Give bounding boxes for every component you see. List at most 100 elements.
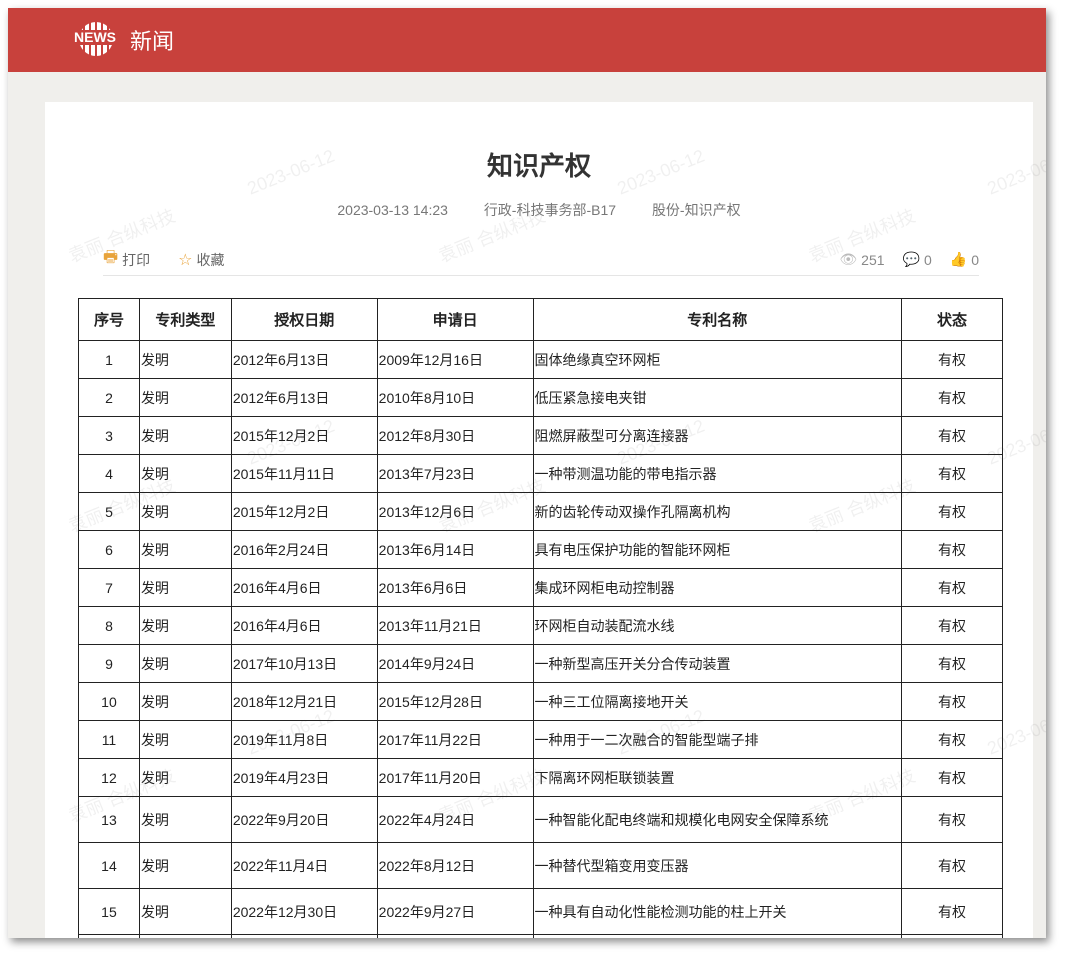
column-header: 专利名称 (532, 298, 903, 341)
table-cell: 下隔离环网柜联锁装置 (532, 758, 903, 797)
table-cell: 2014年9月24日 (376, 644, 534, 683)
table-cell (138, 934, 232, 938)
table-cell: 有权 (901, 530, 1003, 569)
table-cell: 2017年10月13日 (230, 644, 378, 683)
table-cell: 有权 (901, 378, 1003, 417)
table-cell: 具有电压保护功能的智能环网柜 (532, 530, 903, 569)
table-row: 8 发明 2016年4月6日 2013年11月21日 环网柜自动装配流水线 有权 (78, 606, 1003, 645)
table-cell: 2015年12月28日 (376, 682, 534, 721)
table-cell: 一种新型高压开关分合传动装置 (532, 644, 903, 683)
table-cell: 有权 (901, 568, 1003, 607)
table-cell: 2009年12月16日 (376, 340, 534, 379)
table-cell: 2016年4月6日 (230, 606, 378, 645)
table-cell: 2013年7月23日 (376, 454, 534, 493)
table-row: 9 发明 2017年10月13日 2014年9月24日 一种新型高压开关分合传动装置 有权 (78, 644, 1003, 683)
app-header: NEWS 新闻 (8, 8, 1046, 72)
table-cell: 一种带测温功能的带电指示器 (532, 454, 903, 493)
star-icon: ☆ (178, 251, 193, 269)
favorite-label: 收藏 (196, 251, 225, 268)
table-cell: 有权 (901, 454, 1003, 493)
table-cell: 有权 (901, 796, 1003, 843)
table-cell: 2012年8月30日 (376, 416, 534, 455)
table-cell: 2015年12月2日 (230, 416, 378, 455)
table-cell: 11 (78, 720, 140, 759)
table-cell: 2016年2月24日 (230, 530, 378, 569)
print-button[interactable]: 🖶 打印 (103, 246, 150, 273)
comments-count: 0 (923, 251, 932, 268)
news-logo[interactable]: NEWS (70, 20, 120, 60)
table-cell: 2013年11月21日 (376, 606, 534, 645)
printer-icon: 🖶 (103, 249, 119, 266)
table-cell: 5 (78, 492, 140, 531)
table-cell: 发明 (138, 568, 232, 607)
table-cell: 7 (78, 568, 140, 607)
table-cell: 阻燃屏蔽型可分离连接器 (532, 416, 903, 455)
table-cell: 发明 (138, 758, 232, 797)
table-cell: 发明 (138, 842, 232, 889)
table-cell: 2013年6月6日 (376, 568, 534, 607)
table-cell: 有权 (901, 720, 1003, 759)
table-cell: 2019年4月23日 (230, 758, 378, 797)
article-title: 知识产权 (486, 151, 591, 181)
comments-button[interactable]: 💬 0 (899, 251, 932, 268)
table-cell: 有权 (901, 888, 1003, 935)
table-cell: 2022年9月27日 (376, 888, 534, 935)
article-meta: 2023-03-13 14:23 行政-科技事务部-B17 股份-知识产权 (45, 200, 1033, 220)
table-cell: 2019年11月8日 (230, 720, 378, 759)
likes-count: 0 (971, 251, 979, 268)
page-frame: NEWS 新闻 2023-06-12 2023-06-12 2023-06-12 袁丽… (8, 8, 1046, 938)
like-button[interactable]: 👍 0 (946, 251, 979, 268)
table-row: 13 发明 2022年9月20日 2022年4月24日 一种智能化配电终端和规模化电网安… (78, 796, 1003, 843)
table-cell: 2022年12月30日 (230, 888, 378, 935)
table-cell: 有权 (901, 416, 1003, 455)
article-toolbar: 🖶 打印 ☆ 收藏 👁 251 💬 0 👍 0 (103, 244, 979, 276)
table-row: 11 发明 2019年11月8日 2017年11月22日 一种用于一二次融合的智能型端子… (78, 720, 1003, 759)
eye-icon: 👁 (839, 251, 858, 267)
table-cell: 12 (78, 758, 140, 797)
table-cell: 2018年12月21日 (230, 682, 378, 721)
table-cell: 10 (78, 682, 140, 721)
table-row: 3 发明 2015年12月2日 2012年8月30日 阻燃屏蔽型可分离连接器 有权 (78, 416, 1003, 455)
table-cell: 2022年9月20日 (230, 796, 378, 843)
table-row: 6 发明 2016年2月24日 2013年6月14日 具有电压保护功能的智能环网柜 有权 (78, 530, 1003, 569)
article-category: 股份-知识产权 (651, 202, 741, 218)
table-cell: 1 (78, 340, 140, 379)
table-row (78, 934, 1003, 938)
table-row: 1 发明 2012年6月13日 2009年12月16日 固体绝缘真空环网柜 有权 (78, 340, 1003, 379)
article-department: 行政-科技事务部-B17 (483, 202, 617, 218)
table-cell: 发明 (138, 492, 232, 531)
table-cell (230, 934, 378, 938)
table-cell: 3 (78, 416, 140, 455)
table-cell: 发明 (138, 454, 232, 493)
table-header-row: 序号 专利类型 授权日期 申请日 专利名称 状态 (78, 298, 1003, 341)
table-cell: 14 (78, 842, 140, 889)
table-cell (376, 934, 534, 938)
table-cell: 发明 (138, 340, 232, 379)
table-cell: 2010年8月10日 (376, 378, 534, 417)
table-cell: 2 (78, 378, 140, 417)
table-cell: 有权 (901, 340, 1003, 379)
table-cell: 发明 (138, 416, 232, 455)
table-row: 14 发明 2022年11月4日 2022年8月12日 一种替代型箱变用变压器 有权 (78, 842, 1003, 889)
table-cell: 发明 (138, 378, 232, 417)
table-cell: 2022年11月4日 (230, 842, 378, 889)
thumbs-up-icon: 👍 (949, 251, 968, 267)
table-cell: 一种三工位隔离接地开关 (532, 682, 903, 721)
views-stat: 👁 251 (835, 251, 884, 268)
table-cell: 2015年12月2日 (230, 492, 378, 531)
table-cell: 一种具有自动化性能检测功能的柱上开关 (532, 888, 903, 935)
table-cell: 发明 (138, 796, 232, 843)
table-cell: 2022年8月12日 (376, 842, 534, 889)
table-cell: 有权 (901, 492, 1003, 531)
table-cell: 4 (78, 454, 140, 493)
table-cell: 8 (78, 606, 140, 645)
favorite-button[interactable]: ☆ 收藏 (178, 250, 224, 270)
table-cell: 新的齿轮传动双操作孔隔离机构 (532, 492, 903, 531)
views-count: 251 (861, 251, 885, 268)
table-row: 10 发明 2018年12月21日 2015年12月28日 一种三工位隔离接地开关 有权 (78, 682, 1003, 721)
table-row: 5 发明 2015年12月2日 2013年12月6日 新的齿轮传动双操作孔隔离机构 有权 (78, 492, 1003, 531)
table-row: 2 发明 2012年6月13日 2010年8月10日 低压紧急接电夹钳 有权 (78, 378, 1003, 417)
table-cell: 9 (78, 644, 140, 683)
table-cell: 2013年6月14日 (376, 530, 534, 569)
table-cell: 发明 (138, 888, 232, 935)
